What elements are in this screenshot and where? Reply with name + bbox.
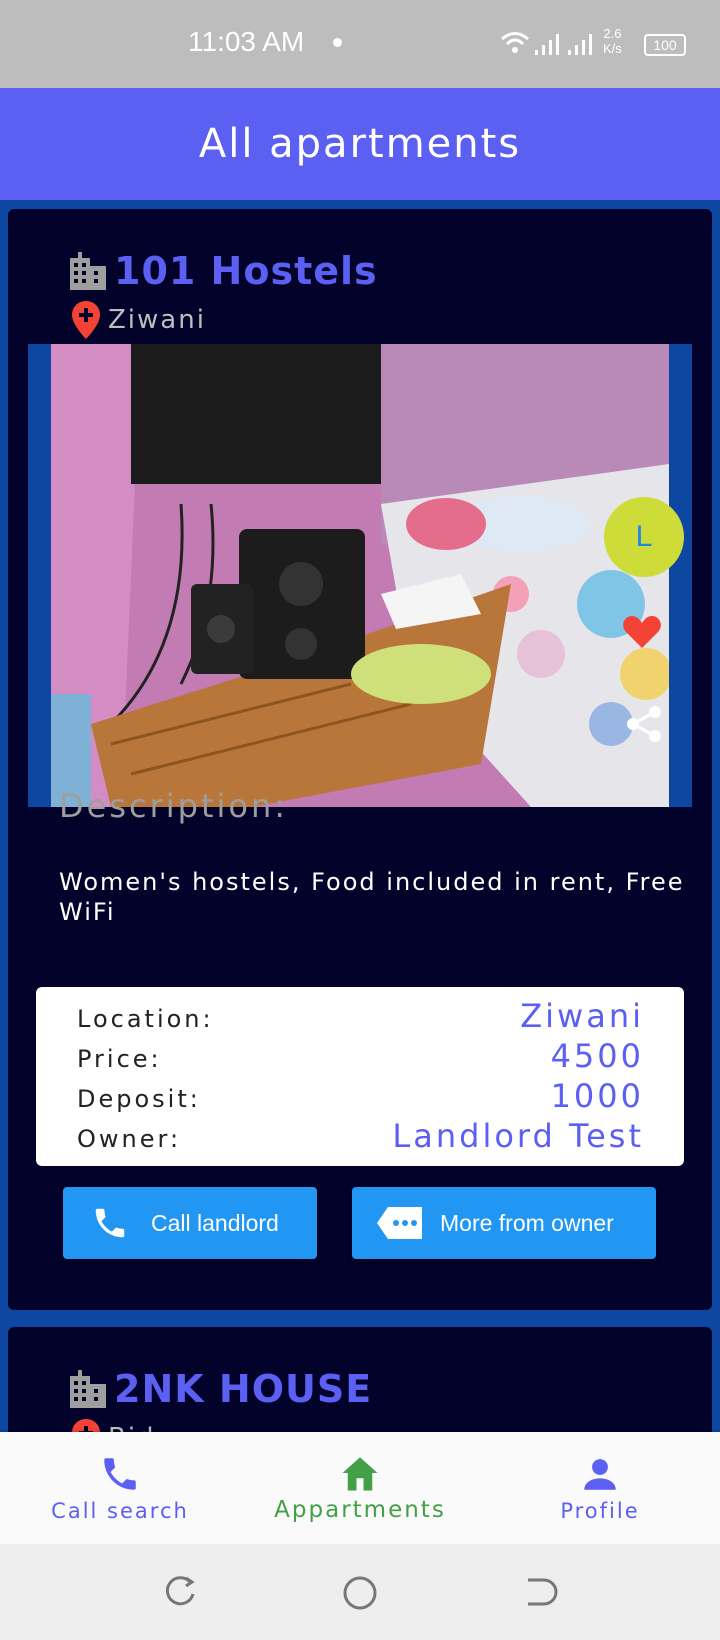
- photo-carousel[interactable]: [28, 344, 692, 807]
- apartment-title: 2NK HOUSE: [68, 1367, 372, 1411]
- detail-value: 4500: [550, 1037, 644, 1075]
- phone-icon: [104, 1458, 136, 1490]
- bottom-navigation: Call search Appartments Profile: [0, 1432, 720, 1544]
- person-icon: [584, 1459, 616, 1490]
- detail-value: Landlord Test: [392, 1117, 644, 1155]
- share-icon[interactable]: [624, 704, 664, 744]
- network-speed: 2.6 K/s: [603, 26, 622, 56]
- detail-row-location: Location: Ziwani: [77, 997, 644, 1037]
- favorite-heart-icon[interactable]: [622, 614, 662, 650]
- apartment-location: Ziwani: [72, 301, 206, 339]
- description-label: Description:: [59, 787, 289, 825]
- cell-signal-icon: [535, 34, 559, 55]
- back-icon[interactable]: [522, 1574, 558, 1610]
- detail-value: 1000: [550, 1077, 644, 1115]
- battery-icon: 100: [644, 34, 686, 56]
- location-text: Ziwani: [108, 305, 206, 335]
- detail-row-owner: Owner: Landlord Test: [77, 1117, 644, 1157]
- location-pin-icon: [72, 301, 100, 339]
- nav-label: Call search: [51, 1499, 189, 1523]
- speed-unit: K/s: [603, 41, 622, 56]
- cell-signal-2-icon: [568, 34, 592, 55]
- building-icon: [70, 252, 106, 290]
- detail-row-deposit: Deposit: 1000: [77, 1077, 644, 1117]
- phone-icon: [95, 1208, 125, 1238]
- building-icon: [70, 1370, 106, 1408]
- details-table: Location: Ziwani Price: 4500 Deposit: 10…: [36, 987, 684, 1166]
- speed-value: 2.6: [603, 26, 622, 41]
- detail-label: Location:: [77, 1005, 214, 1033]
- call-landlord-button[interactable]: Call landlord: [63, 1187, 317, 1259]
- more-from-owner-button[interactable]: More from owner: [352, 1187, 656, 1259]
- nav-label: Appartments: [274, 1497, 446, 1523]
- apartment-title: 101 Hostels: [68, 249, 378, 293]
- page-title: All apartments: [198, 121, 522, 167]
- detail-value: Ziwani: [520, 997, 644, 1035]
- detail-row-price: Price: 4500: [77, 1037, 644, 1077]
- apartment-list[interactable]: 101 Hostels Ziwani L Description: Women'…: [0, 200, 720, 1432]
- more-from-owner-label: More from owner: [440, 1209, 614, 1236]
- home-icon: [342, 1457, 378, 1491]
- apartment-location: Bid...: [72, 1419, 186, 1432]
- detail-label: Owner:: [77, 1125, 182, 1153]
- location-pin-icon: [72, 1419, 100, 1432]
- apartment-name: 2NK HOUSE: [114, 1367, 373, 1411]
- more-tag-icon: [377, 1207, 422, 1239]
- apartment-card[interactable]: 101 Hostels Ziwani L Description: Women'…: [8, 209, 712, 1310]
- app-bar: All apartments: [0, 88, 720, 200]
- home-button-icon[interactable]: [341, 1574, 379, 1612]
- status-bar: 11:03 AM 2.6 K/s 100: [0, 0, 720, 88]
- nav-call-search[interactable]: Call search: [40, 1432, 200, 1544]
- apartment-name: 101 Hostels: [114, 249, 378, 293]
- apartment-card[interactable]: 2NK HOUSE Bid...: [8, 1327, 712, 1432]
- signal-icons: [500, 28, 596, 56]
- call-landlord-label: Call landlord: [151, 1209, 279, 1236]
- nav-label: Profile: [560, 1499, 640, 1523]
- detail-label: Price:: [77, 1045, 162, 1073]
- description-text: Women's hostels, Food included in rent, …: [59, 868, 685, 926]
- system-navigation-bar: [0, 1544, 720, 1640]
- detail-label: Deposit:: [77, 1085, 201, 1113]
- owner-avatar[interactable]: L: [604, 497, 684, 577]
- location-text: Bid...: [108, 1423, 186, 1432]
- status-time: 11:03 AM: [188, 26, 305, 57]
- wifi-icon: [501, 32, 529, 53]
- nav-appartments[interactable]: Appartments: [255, 1432, 465, 1544]
- apartment-photo[interactable]: [51, 344, 669, 807]
- room-photo-illustration: [51, 344, 669, 807]
- recent-apps-icon[interactable]: [162, 1574, 198, 1610]
- nav-profile[interactable]: Profile: [520, 1432, 680, 1544]
- notification-dot: [333, 38, 342, 47]
